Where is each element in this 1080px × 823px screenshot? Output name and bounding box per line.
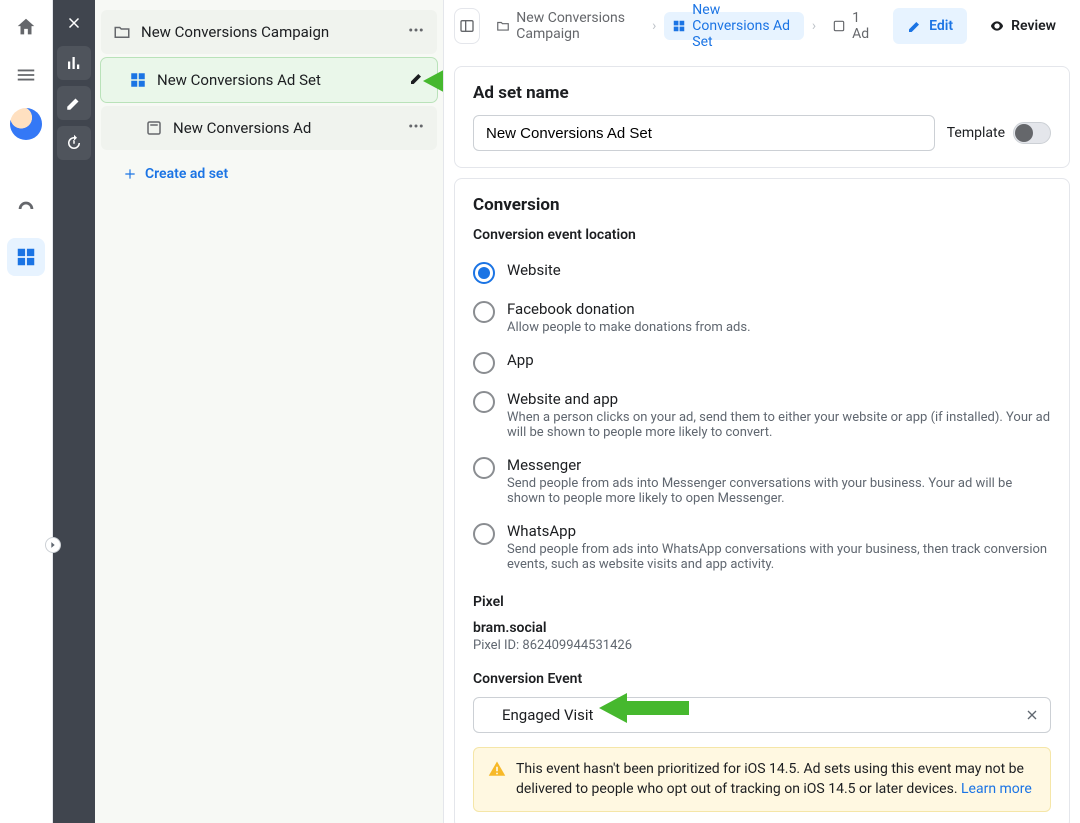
- pencil-icon[interactable]: [57, 86, 91, 120]
- edit-button[interactable]: Edit: [893, 8, 967, 44]
- panel-toggle-icon[interactable]: [454, 8, 480, 44]
- secondary-toolbar: [53, 0, 95, 823]
- folder-icon: [496, 19, 510, 33]
- chevron-right-icon: ›: [652, 18, 656, 34]
- tree-campaign-label: New Conversions Campaign: [141, 23, 407, 41]
- radio-icon: [473, 391, 495, 413]
- opt-donation[interactable]: Facebook donation Allow people to make d…: [473, 292, 1051, 343]
- radio-icon: [473, 523, 495, 545]
- adset-name-heading: Ad set name: [473, 83, 1051, 103]
- crumb-campaign[interactable]: New Conversions Campaign: [488, 12, 644, 40]
- crumb-campaign-label: New Conversions Campaign: [516, 10, 636, 42]
- opt-messenger-title: Messenger: [507, 456, 1051, 474]
- event-value: Engaged Visit: [502, 706, 593, 724]
- create-adset-button[interactable]: Create ad set: [95, 156, 443, 192]
- main-panel: New Conversions Campaign › New Conversio…: [444, 0, 1080, 823]
- radio-icon: [473, 457, 495, 479]
- gauge-icon[interactable]: [7, 190, 45, 228]
- radio-icon: [473, 352, 495, 374]
- pixel-label: Pixel: [473, 594, 1051, 610]
- ad-icon: [832, 19, 846, 33]
- warning-icon: [488, 760, 506, 799]
- annotation-arrow-icon: [423, 63, 444, 99]
- menu-icon[interactable]: [7, 56, 45, 94]
- learn-more-link[interactable]: Learn more: [961, 781, 1032, 797]
- breadcrumb-bar: New Conversions Campaign › New Conversio…: [444, 0, 1080, 52]
- opt-webapp-title: Website and app: [507, 390, 1051, 408]
- opt-messenger[interactable]: Messenger Send people from ads into Mess…: [473, 448, 1051, 514]
- radio-icon: [473, 262, 495, 284]
- opt-whatsapp-desc: Send people from ads into WhatsApp conve…: [507, 542, 1051, 572]
- ad-icon: [145, 119, 163, 137]
- adset-name-card: Ad set name Template: [454, 66, 1070, 168]
- opt-whatsapp[interactable]: WhatsApp Send people from ads into Whats…: [473, 514, 1051, 580]
- chevron-right-icon: ›: [812, 18, 816, 34]
- opt-messenger-desc: Send people from ads into Messenger conv…: [507, 476, 1051, 506]
- warning-text: This event hasn't been prioritized for i…: [516, 761, 1024, 797]
- opt-app[interactable]: App: [473, 343, 1051, 382]
- folder-icon: [113, 23, 131, 41]
- adset-icon: [672, 19, 686, 33]
- opt-webapp[interactable]: Website and app When a person clicks on …: [473, 382, 1051, 448]
- pixel-id: Pixel ID: 862409944531426: [473, 638, 1051, 653]
- crumb-adset[interactable]: New Conversions Ad Set: [664, 12, 804, 40]
- create-adset-label: Create ad set: [145, 166, 228, 182]
- expand-rail-icon[interactable]: [45, 537, 61, 553]
- pixel-name: bram.social: [473, 620, 1051, 636]
- annotation-arrow-icon: [599, 690, 689, 726]
- history-icon[interactable]: [57, 126, 91, 160]
- template-toggle[interactable]: [1013, 122, 1051, 144]
- avatar[interactable]: [10, 108, 42, 140]
- location-label: Conversion event location: [473, 227, 1051, 243]
- campaign-tree: New Conversions Campaign New Conversions…: [95, 0, 444, 823]
- conversion-event-select[interactable]: Engaged Visit: [473, 697, 1051, 733]
- tree-adset-label: New Conversions Ad Set: [157, 71, 403, 89]
- home-icon[interactable]: [7, 8, 45, 46]
- review-button-label: Review: [1011, 18, 1056, 34]
- ios-warning: This event hasn't been prioritized for i…: [473, 747, 1051, 812]
- conversion-heading: Conversion: [473, 195, 1051, 215]
- pencil-icon: [907, 18, 923, 34]
- edit-icon[interactable]: [409, 70, 425, 90]
- event-label: Conversion Event: [473, 671, 1051, 687]
- chart-icon[interactable]: [57, 46, 91, 80]
- eye-icon: [989, 18, 1005, 34]
- crumb-ad-label: 1 Ad: [852, 10, 869, 42]
- review-button[interactable]: Review: [975, 8, 1070, 44]
- adset-icon: [129, 71, 147, 89]
- more-icon[interactable]: [407, 21, 425, 43]
- more-icon[interactable]: [407, 117, 425, 139]
- opt-whatsapp-title: WhatsApp: [507, 522, 1051, 540]
- crumb-ad[interactable]: 1 Ad: [824, 12, 877, 40]
- adset-name-input[interactable]: [473, 115, 935, 151]
- template-label: Template: [947, 125, 1005, 141]
- ads-manager-icon[interactable]: [7, 238, 45, 276]
- opt-website[interactable]: Website: [473, 253, 1051, 292]
- close-icon[interactable]: [57, 6, 91, 40]
- crumb-adset-label: New Conversions Ad Set: [692, 2, 796, 50]
- conversion-card: Conversion Conversion event location Web…: [454, 178, 1070, 823]
- opt-website-title: Website: [507, 261, 561, 279]
- radio-icon: [473, 301, 495, 323]
- opt-donation-title: Facebook donation: [507, 300, 1051, 318]
- tree-adset-row[interactable]: New Conversions Ad Set: [101, 58, 437, 102]
- edit-button-label: Edit: [929, 18, 953, 34]
- clear-event-icon[interactable]: [1024, 707, 1040, 727]
- tree-ad-label: New Conversions Ad: [173, 119, 407, 137]
- opt-webapp-desc: When a person clicks on your ad, send th…: [507, 410, 1051, 440]
- nav-rail: [0, 0, 53, 823]
- tree-campaign-row[interactable]: New Conversions Campaign: [101, 10, 437, 54]
- opt-app-title: App: [507, 351, 534, 369]
- tree-ad-row[interactable]: New Conversions Ad: [101, 106, 437, 150]
- opt-donation-desc: Allow people to make donations from ads.: [507, 320, 1051, 335]
